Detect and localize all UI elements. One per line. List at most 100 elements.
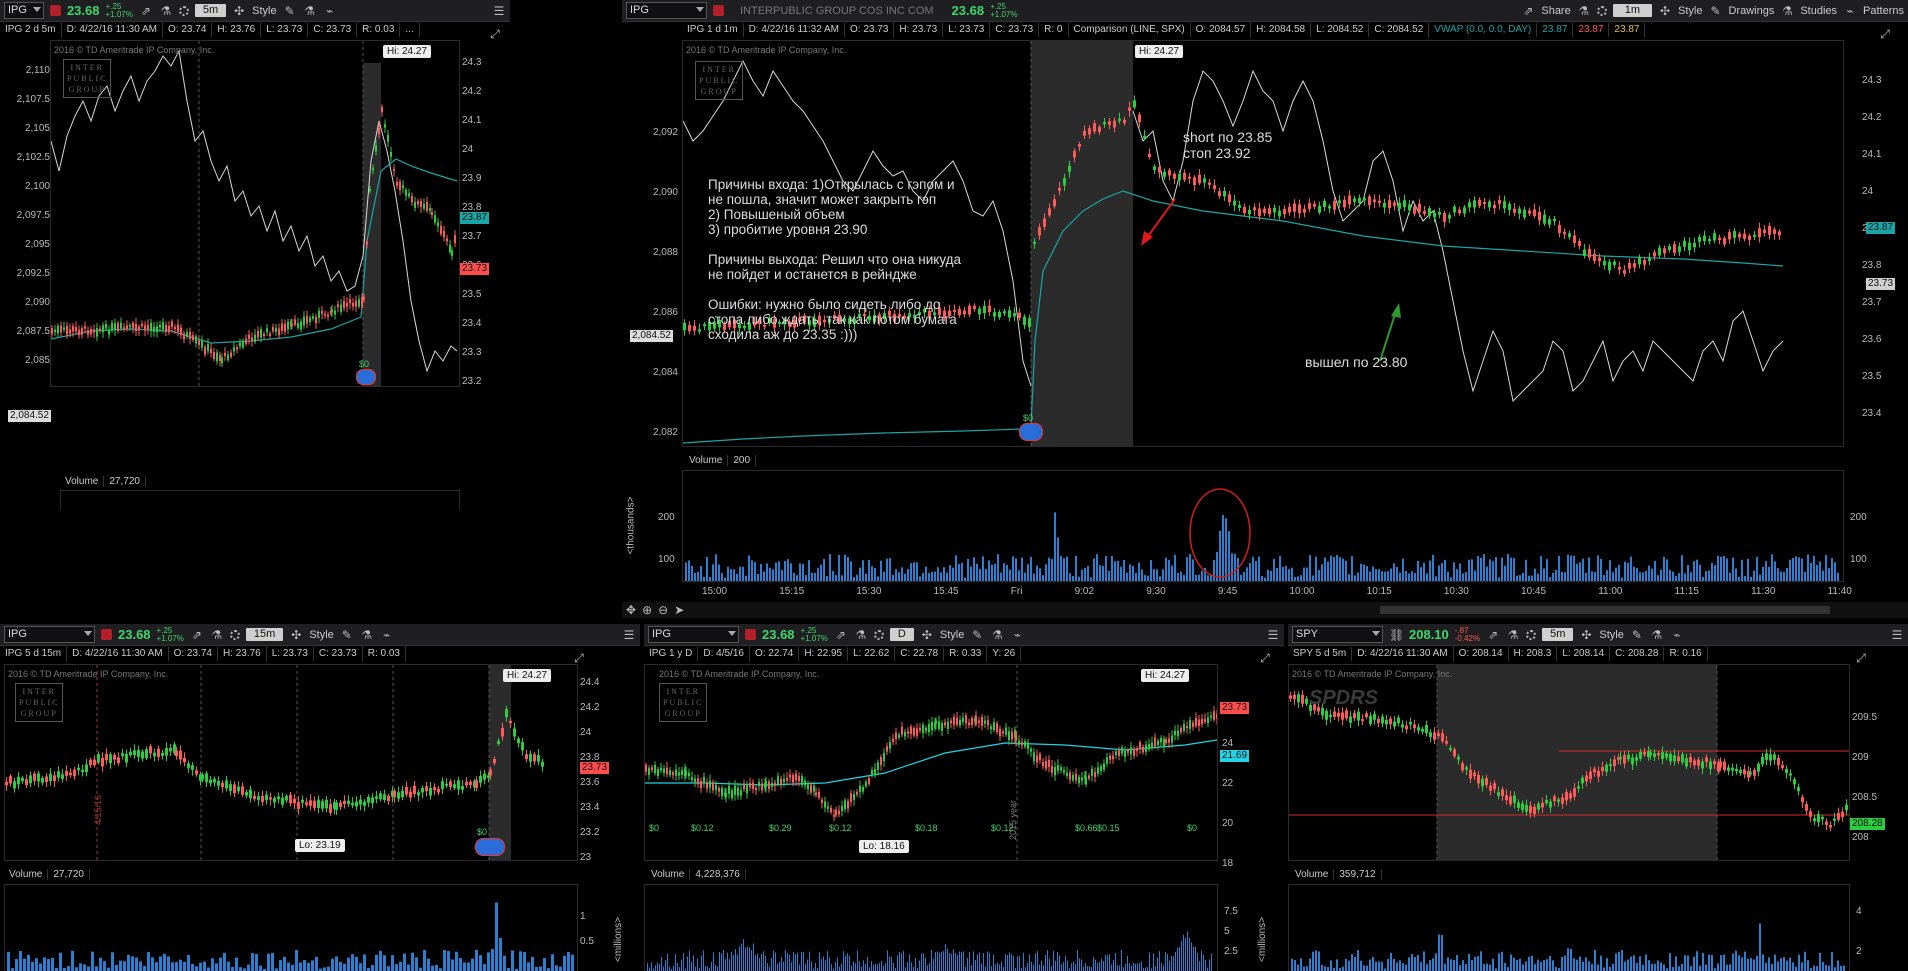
flask-icon[interactable]: ⚗ (854, 628, 868, 642)
volume-plot[interactable] (682, 470, 1844, 582)
horizontal-scrollbar[interactable] (1380, 606, 1831, 614)
style-menu[interactable]: Style (1678, 5, 1702, 17)
flask-icon[interactable]: ⚗ (210, 628, 224, 642)
pan-icon[interactable]: ✥ (626, 603, 636, 617)
event-icon[interactable] (356, 369, 376, 385)
expand-icon[interactable]: ⤢ (1878, 27, 1892, 41)
flask-icon[interactable]: ⚗ (360, 628, 374, 642)
candle-body (198, 340, 200, 345)
link-icon[interactable]: ⛓ (1389, 628, 1404, 642)
flask-icon[interactable]: ⚗ (1577, 4, 1591, 18)
volume-bar (1159, 951, 1160, 971)
volume-bar (1555, 966, 1557, 971)
aggregation-button[interactable]: D (889, 628, 914, 641)
pencil-icon[interactable]: ✎ (970, 628, 984, 642)
patterns-icon[interactable]: ⌁ (1670, 628, 1684, 642)
volume-bar (649, 967, 650, 971)
candle-body (941, 723, 943, 731)
gear-icon[interactable] (178, 5, 189, 16)
aggregation-button[interactable]: 5m (1542, 628, 1574, 641)
flask-icon[interactable]: ⚗ (1506, 628, 1520, 642)
menu-icon[interactable]: ☰ (622, 628, 636, 642)
volume-bar (1687, 565, 1689, 581)
gear-icon[interactable] (1526, 629, 1537, 640)
symbol-selector[interactable]: IPG (626, 2, 707, 19)
symbol-selector[interactable]: IPG (648, 626, 739, 643)
volume-plot[interactable] (60, 490, 460, 510)
share-icon[interactable]: ⇗ (139, 4, 153, 18)
symbol-selector[interactable]: IPG (4, 626, 95, 643)
candle-body (529, 753, 532, 762)
candle-body (261, 795, 264, 802)
drawings-menu[interactable]: Drawings (1728, 5, 1774, 17)
candle-body (1193, 177, 1196, 185)
share-icon[interactable]: ⇗ (1486, 628, 1500, 642)
flask-icon[interactable]: ⚗ (1650, 628, 1664, 642)
candle-body (445, 783, 448, 786)
gear-icon[interactable] (229, 629, 240, 640)
price-plot[interactable]: 2016 © TD Ameritrade IP Company, Inc. IN… (4, 664, 578, 861)
alert-flag-icon[interactable] (101, 629, 112, 640)
menu-icon[interactable]: ☰ (1266, 628, 1280, 642)
volume-plot[interactable] (4, 884, 578, 971)
candle-body (862, 787, 864, 792)
price-plot[interactable]: 2016 © TD Ameritrade IP Company, Inc. IN… (644, 664, 1218, 861)
aggregation-button[interactable]: 1m (1612, 4, 1652, 17)
volume-bar (1423, 951, 1425, 971)
price-plot[interactable]: 2016 © TD Ameritrade IP Company, Inc. SP… (1288, 664, 1850, 861)
share-icon[interactable]: ⇗ (834, 628, 848, 642)
event-icon[interactable] (475, 838, 505, 856)
candles (645, 706, 1217, 822)
style-menu[interactable]: Style (940, 629, 964, 641)
cursor-icon[interactable]: ➤ (674, 603, 684, 617)
event-icon[interactable] (1019, 423, 1043, 441)
gear-icon[interactable] (1596, 5, 1607, 16)
symbol-selector[interactable]: IPG (4, 2, 44, 19)
patterns-icon[interactable]: ⌁ (323, 4, 337, 18)
zoom-out-icon[interactable]: ⊖ (658, 603, 668, 617)
date-marker: 4/15/16 (93, 794, 104, 826)
patterns-icon[interactable]: ⌁ (1010, 628, 1024, 642)
pencil-icon[interactable]: ✎ (1630, 628, 1644, 642)
price-plot[interactable]: 2016 © TD Ameritrade IP Company, Inc. IN… (50, 40, 460, 387)
candle-body (195, 336, 197, 344)
zoom-in-icon[interactable]: ⊕ (642, 603, 652, 617)
style-menu[interactable]: Style (252, 5, 276, 17)
pencil-icon[interactable]: ✎ (340, 628, 354, 642)
share-button[interactable]: Share (1541, 5, 1570, 17)
expand-icon[interactable]: ⤢ (572, 651, 586, 665)
symbol-selector[interactable]: SPY (1292, 626, 1383, 643)
alert-flag-icon[interactable] (745, 629, 756, 640)
gear-icon[interactable] (873, 629, 884, 640)
candle-body (993, 722, 995, 731)
menu-icon[interactable]: ☰ (1890, 628, 1904, 642)
alert-flag-icon[interactable] (49, 5, 61, 16)
studies-menu[interactable]: Studies (1800, 5, 1837, 17)
flask-icon[interactable]: ⚗ (303, 4, 317, 18)
price-plot[interactable]: 2016 © TD Ameritrade IP Company, Inc. IN… (682, 40, 1844, 447)
expand-icon[interactable]: ⤢ (1854, 651, 1868, 665)
patterns-menu[interactable]: Patterns (1863, 5, 1904, 17)
alert-flag-icon[interactable] (713, 5, 724, 16)
volume-bar (1139, 963, 1140, 971)
expand-icon[interactable]: ⤢ (488, 27, 502, 41)
volume-bar (723, 949, 724, 971)
volume-bar (1071, 963, 1072, 971)
expand-icon[interactable]: ⤢ (1258, 651, 1272, 665)
volume-bar (725, 959, 726, 971)
flask-icon[interactable]: ⚗ (990, 628, 1004, 642)
candle-body (1233, 200, 1236, 206)
patterns-icon[interactable]: ⌁ (380, 628, 394, 642)
style-menu[interactable]: Style (1599, 629, 1623, 641)
volume-bar (395, 964, 398, 971)
volume-plot[interactable] (1288, 884, 1850, 971)
pencil-icon[interactable]: ✎ (283, 4, 297, 18)
share-icon[interactable]: ⇗ (190, 628, 204, 642)
volume-bar (1390, 568, 1392, 581)
volume-plot[interactable] (644, 884, 1218, 971)
aggregation-button[interactable]: 15m (245, 628, 284, 641)
aggregation-button[interactable]: 5m (194, 4, 227, 17)
menu-icon[interactable]: ☰ (492, 4, 506, 18)
style-menu[interactable]: Style (309, 629, 333, 641)
flask-icon[interactable]: ⚗ (159, 4, 173, 18)
